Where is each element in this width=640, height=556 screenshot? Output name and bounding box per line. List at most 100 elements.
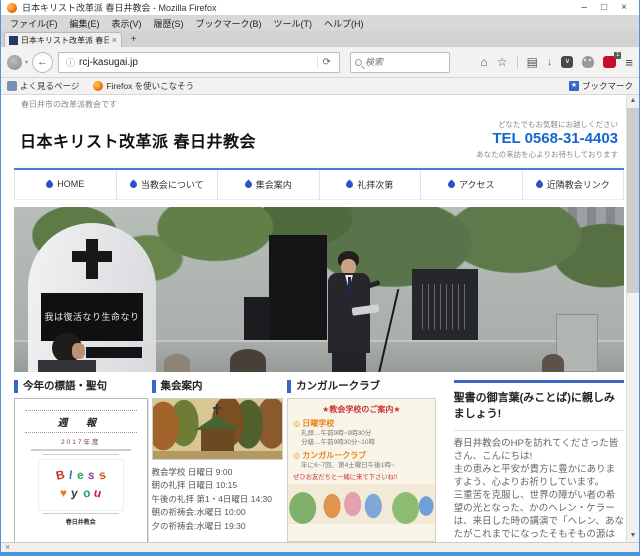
scroll-up-arrow[interactable]: ▲: [627, 95, 639, 107]
new-tab-button[interactable]: +: [124, 33, 143, 47]
menu-hamburger-icon[interactable]: ≡: [625, 55, 633, 70]
bookmark-star-icon[interactable]: ☆: [497, 55, 508, 69]
bookmark-firefox-help[interactable]: Firefox を使いこなそう: [93, 80, 194, 92]
pocket-icon[interactable]: ∨: [561, 56, 573, 68]
findbar-close-icon[interactable]: ×: [5, 543, 10, 552]
audience-face: [72, 343, 85, 359]
scrollbar-thumb[interactable]: [627, 108, 639, 293]
tab-active[interactable]: 日本キリスト改革派 春日井教会 ×: [4, 32, 122, 47]
search-input[interactable]: [365, 57, 445, 67]
tel-block: どなたでもお気軽にお越しください TEL 0568-31-4403 あなたの来訪…: [476, 119, 618, 160]
nav-access[interactable]: アクセス: [421, 170, 523, 199]
nav-about[interactable]: 当教会について: [117, 170, 219, 199]
column-slogan: 今年の標語・聖句 週 報 2017年度 B l e: [14, 380, 148, 542]
site-title: 日本キリスト改革派 春日井教会: [20, 128, 256, 152]
dark-monument: [269, 235, 327, 347]
art-letter: o: [82, 485, 91, 500]
bookmarks-menu-label: ブックマーク: [582, 80, 633, 92]
bookmark-label: よく見るページ: [20, 80, 79, 92]
menu-bookmarks[interactable]: ブックマーク(B): [191, 16, 267, 31]
nav-leaf-icon: [534, 179, 544, 189]
inscribed-stone: [412, 269, 478, 345]
painted-cross: [213, 407, 221, 409]
schedule-line: 夕の祈祷会:水曜日 19:30: [152, 520, 284, 534]
nav-label: 近隣教会リンク: [547, 178, 610, 191]
monument-plaque: 我は復活なり生命なり: [41, 293, 143, 341]
adblock-badge: 1: [614, 52, 621, 59]
extension-icon[interactable]: [7, 55, 22, 70]
painted-church-body: [201, 429, 234, 451]
menu-view[interactable]: 表示(V): [107, 16, 147, 31]
column-kangaroo-title: カンガルークラブ: [287, 380, 435, 393]
maximize-button[interactable]: □: [601, 1, 607, 14]
bulletin-year: 2017年度: [25, 436, 137, 446]
bookmark-most-visited[interactable]: よく見るページ: [7, 80, 79, 92]
back-button[interactable]: ←: [32, 52, 53, 73]
schedule-line: 午後の礼拝 第1・4日曜日 14:30: [152, 493, 284, 507]
nav-leaf-icon: [447, 179, 457, 189]
nav-leaf-icon: [45, 179, 55, 189]
monument-plaque-small: [86, 347, 142, 358]
menu-tools[interactable]: ツール(T): [269, 16, 318, 31]
reload-icon[interactable]: ⟳: [317, 57, 336, 68]
vertical-scrollbar[interactable]: ▲ ▼: [626, 95, 639, 542]
search-icon: [355, 59, 362, 66]
column-meetings: 集会案内 教会学校 日曜日 9:00 朝の礼拝 日曜日 10:15: [152, 380, 284, 534]
nav-worship-order[interactable]: 礼拝次第: [320, 170, 422, 199]
bookmarks-menu-button[interactable]: ★ ブックマーク: [569, 80, 633, 92]
church-painting-image: [152, 398, 284, 460]
audience-head: [542, 354, 564, 372]
menu-history[interactable]: 履歴(S): [149, 16, 189, 31]
extension-caret-icon[interactable]: ▾: [25, 59, 28, 66]
art-letter: y: [71, 485, 79, 500]
poster-line: 年に6~7回、第4土曜日午後1時~: [301, 461, 429, 470]
poster-heading: ★教会学校のご案内★: [293, 404, 429, 415]
bookmarks-star-icon: ★: [569, 81, 579, 91]
poster-line: 礼拝…午前9時~9時30分: [301, 429, 429, 438]
column-slogan-title: 今年の標語・聖句: [14, 380, 148, 393]
folder-icon: [7, 81, 17, 91]
tab-favicon-icon: [9, 36, 18, 45]
tel-number: TEL 0568-31-4403: [476, 130, 618, 149]
church-school-poster-image: ★教会学校のご案内★ 日曜学校 礼拝…午前9時~9時30分 分級…午前9時30分…: [287, 398, 435, 542]
nav-label: HOME: [57, 179, 84, 189]
downloads-icon[interactable]: ↓: [547, 56, 553, 68]
bookmarks-bar: よく見るページ Firefox を使いこなそう ★ ブックマーク: [1, 78, 639, 95]
search-bar[interactable]: [350, 52, 450, 73]
column-kangaroo: カンガルークラブ ★教会学校のご案内★ 日曜学校 礼拝…午前9時~9時30分 分…: [287, 380, 435, 542]
tab-bar: 日本キリスト改革派 春日井教会 × +: [1, 31, 639, 47]
nav-meetings[interactable]: 集会案内: [218, 170, 320, 199]
adblock-icon[interactable]: 1: [603, 56, 616, 68]
art-heart: ♥: [60, 486, 67, 500]
bulletin-title: 週 報: [25, 414, 137, 429]
menu-help[interactable]: ヘルプ(H): [319, 16, 369, 31]
home-icon[interactable]: ⌂: [481, 55, 488, 69]
nav-label: アクセス: [459, 178, 495, 191]
library-icon[interactable]: ▤: [527, 55, 538, 69]
find-bar: ×: [1, 542, 639, 552]
scroll-down-arrow[interactable]: ▼: [627, 530, 639, 542]
art-letter: l: [68, 468, 73, 482]
tab-close-icon[interactable]: ×: [112, 35, 117, 45]
nav-home[interactable]: HOME: [14, 170, 117, 199]
art-letter: B: [54, 467, 65, 482]
nav-leaf-icon: [128, 179, 138, 189]
menu-file[interactable]: ファイル(F): [5, 16, 63, 31]
sidebar-title: 聖書の御言葉(みことば)に親しみましょう!: [454, 390, 624, 423]
art-letter: e: [76, 467, 84, 482]
site-info-icon[interactable]: ⓘ: [62, 56, 79, 69]
nav-church-links[interactable]: 近隣教会リンク: [523, 170, 625, 199]
url-input[interactable]: [79, 57, 317, 68]
close-button[interactable]: ×: [621, 1, 627, 14]
column-meetings-title: 集会案内: [152, 380, 284, 393]
minimize-button[interactable]: –: [582, 1, 588, 14]
tel-note-top: どなたでもお気軽にお越しください: [476, 119, 618, 130]
url-bar[interactable]: ⓘ ⟳: [58, 52, 340, 73]
art-letter: u: [93, 485, 103, 500]
art-letter: s: [87, 467, 96, 482]
menu-edit[interactable]: 編集(E): [65, 16, 105, 31]
navigation-toolbar: ▾ ← ⓘ ⟳ ⌂ ☆ ▤ ↓ ∨ 1 ≡: [1, 47, 639, 78]
weekly-bulletin-image: 週 報 2017年度 B l e s s ♥: [14, 398, 148, 542]
speaker-legs: [332, 353, 366, 372]
ghostery-icon[interactable]: [582, 56, 594, 68]
